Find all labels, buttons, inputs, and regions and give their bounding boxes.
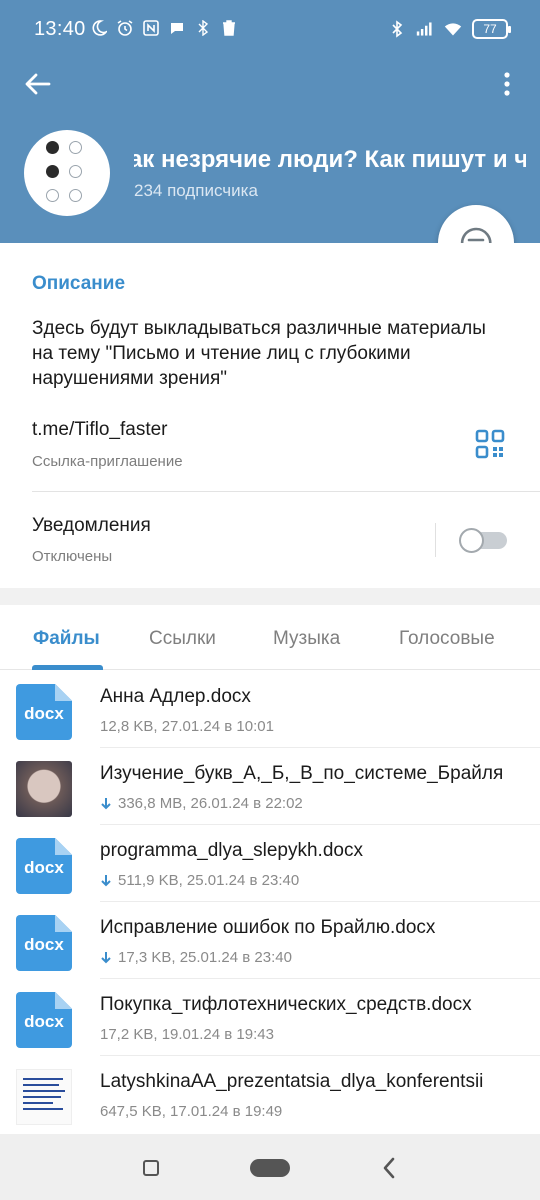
status-time: 13:40	[34, 18, 86, 40]
file-meta-text: 17,3 KB, 25.01.24 в 23:40	[118, 949, 292, 966]
file-list: docx Анна Адлер.docx 12,8 KB, 27.01.24 в…	[0, 671, 540, 1134]
channel-avatar[interactable]	[24, 130, 110, 216]
file-meta: 17,2 KB, 19.01.24 в 19:43	[100, 1026, 274, 1043]
braille-dot-icon	[46, 165, 59, 178]
home-button[interactable]	[250, 1159, 290, 1177]
notifications-toggle[interactable]	[459, 528, 507, 553]
arrow-left-icon	[25, 73, 51, 95]
moon-icon	[90, 19, 108, 37]
recents-button[interactable]	[143, 1160, 159, 1176]
chat-bubble-icon	[168, 19, 186, 37]
notifications-label[interactable]: Уведомления	[32, 515, 151, 537]
file-meta: 647,5 KB, 17.01.24 в 19:49	[100, 1103, 282, 1120]
file-meta-text: 647,5 KB, 17.01.24 в 19:49	[100, 1103, 283, 1120]
divider	[435, 523, 436, 557]
file-type-label: docx	[24, 704, 64, 723]
signal-icon	[416, 20, 434, 38]
subscriber-count: 234 подписчика	[134, 181, 258, 200]
file-name: Изучение_букв_А,_Б,_В_по_системе_Брайля	[100, 763, 504, 784]
file-type-label: docx	[24, 1012, 64, 1031]
section-gap	[0, 588, 540, 605]
notifications-state: Отключены	[32, 548, 113, 565]
back-button[interactable]	[20, 66, 56, 102]
tab-files[interactable]: Файлы	[33, 628, 100, 650]
braille-dot-icon	[69, 141, 82, 154]
kebab-menu-icon	[504, 72, 510, 96]
system-back-button[interactable]	[380, 1156, 398, 1180]
invite-link[interactable]: t.me/Tiflo_faster	[32, 419, 168, 441]
channel-info: Описание Здесь будут выкладываться разли…	[0, 243, 540, 588]
battery-indicator: 77	[472, 19, 511, 39]
download-arrow-icon[interactable]	[100, 951, 112, 965]
battery-level: 77	[483, 22, 497, 36]
file-type-label: docx	[24, 858, 64, 877]
file-name: Исправление ошибок по Брайлю.docx	[100, 917, 436, 938]
tab-links[interactable]: Ссылки	[149, 628, 216, 650]
nfc-icon	[142, 19, 160, 37]
more-options-button[interactable]	[492, 66, 522, 102]
file-type-label: docx	[24, 935, 64, 954]
channel-title: Как незрячие люди? Как пишут и ч	[134, 146, 526, 173]
file-meta: 336,8 MB, 26.01.24 в 22:02	[100, 795, 303, 812]
braille-dot-icon	[69, 189, 82, 202]
file-meta: 12,8 KB, 27.01.24 в 10:01	[100, 718, 274, 735]
braille-dot-icon	[46, 141, 59, 154]
file-name: programma_dlya_slepykh.docx	[100, 840, 363, 861]
qr-code-icon	[475, 429, 505, 459]
file-name: Анна Адлер.docx	[100, 686, 251, 707]
file-item[interactable]: docx Покупка_тифлотехнических_средств.do…	[0, 979, 540, 1056]
file-item[interactable]: Изучение_букв_А,_Б,_В_по_системе_Брайля …	[0, 748, 540, 825]
file-meta: 511,9 KB, 25.01.24 в 23:40	[100, 872, 299, 889]
download-arrow-icon[interactable]	[100, 797, 112, 811]
system-navigation-bar	[0, 1134, 540, 1200]
file-item[interactable]: docx Анна Адлер.docx 12,8 KB, 27.01.24 в…	[0, 671, 540, 748]
tab-music[interactable]: Музыка	[273, 628, 340, 650]
description-text[interactable]: Здесь будут выкладываться различные мате…	[32, 316, 502, 391]
bluetooth-icon	[388, 20, 406, 38]
braille-dot-icon	[69, 165, 82, 178]
active-tab-indicator	[32, 665, 103, 670]
video-thumbnail	[16, 761, 72, 817]
divider	[32, 491, 540, 492]
file-meta: 17,3 KB, 25.01.24 в 23:40	[100, 949, 292, 966]
tab-voice[interactable]: Голосовые	[399, 628, 495, 650]
file-meta-text: 511,9 KB, 25.01.24 в 23:40	[118, 872, 300, 889]
bluetooth-small-icon	[194, 19, 212, 37]
status-bar: 13:40 77	[0, 0, 540, 60]
braille-dot-icon	[46, 189, 59, 202]
channel-title-marquee: Как незрячие люди? Как пишут и ч	[134, 146, 526, 180]
file-meta-text: 12,8 KB, 27.01.24 в 10:01	[100, 718, 274, 735]
status-right-icons: 77	[388, 19, 511, 39]
trash-icon	[220, 19, 238, 37]
media-tabs: Файлы Ссылки Музыка Голосовые	[0, 605, 540, 670]
status-left-icons	[90, 19, 238, 37]
file-item[interactable]: docx programma_dlya_slepykh.docx 511,9 K…	[0, 825, 540, 902]
file-item[interactable]: LatyshkinaAA_prezentatsia_dlya_konferent…	[0, 1056, 540, 1133]
file-name: Покупка_тифлотехнических_средств.docx	[100, 994, 472, 1015]
description-label: Описание	[32, 273, 126, 294]
document-preview-thumbnail	[16, 1069, 72, 1125]
wifi-icon	[444, 20, 462, 38]
invite-link-caption: Ссылка-приглашение	[32, 453, 183, 470]
channel-header: 13:40 77 Как незрячие люди? Как пишут и …	[0, 0, 540, 243]
toggle-knob	[459, 528, 484, 553]
alarm-icon	[116, 19, 134, 37]
file-name: LatyshkinaAA_prezentatsia_dlya_konferent…	[100, 1071, 484, 1092]
file-meta-text: 17,2 KB, 19.01.24 в 19:43	[100, 1026, 274, 1043]
file-item[interactable]: docx Исправление ошибок по Брайлю.docx 1…	[0, 902, 540, 979]
download-arrow-icon[interactable]	[100, 874, 112, 888]
qr-code-button[interactable]	[475, 429, 505, 459]
file-meta-text: 336,8 MB, 26.01.24 в 22:02	[118, 795, 303, 812]
